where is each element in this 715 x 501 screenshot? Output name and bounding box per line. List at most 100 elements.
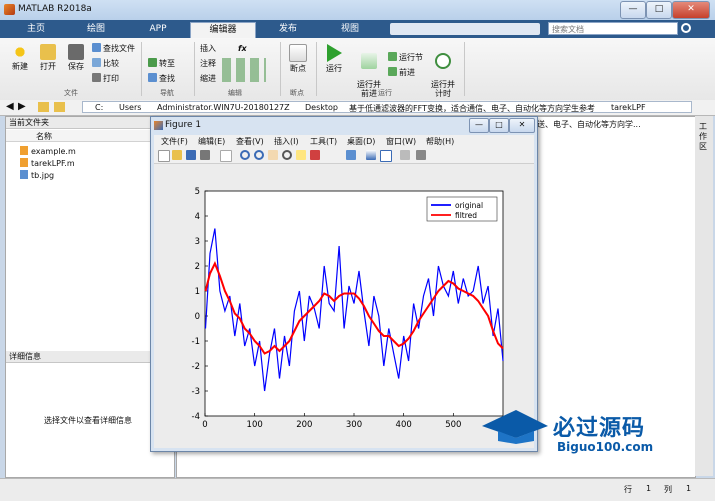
zoom-in-icon[interactable] xyxy=(240,150,250,160)
close-button[interactable]: ✕ xyxy=(672,1,710,19)
go-to-button[interactable]: 转至 xyxy=(148,58,175,69)
run-section-button[interactable]: 运行节 xyxy=(388,52,423,63)
tab-editor[interactable]: 编辑器 xyxy=(190,22,256,39)
print-figure-icon[interactable] xyxy=(200,150,210,160)
legend-icon[interactable] xyxy=(380,150,392,162)
workspace-dock[interactable]: 工作区 xyxy=(695,116,713,476)
back-arrow-icon[interactable]: ◀ xyxy=(6,102,14,112)
m-file-icon xyxy=(20,158,28,167)
menu-window[interactable]: 窗口(W) xyxy=(386,136,416,147)
breakpoints-button[interactable]: 断点 xyxy=(284,44,312,73)
y-tick-label: 1 xyxy=(195,287,200,297)
plot-svg: 0 100 200 300 400 500 -4 -3 -2 -1 0 1 2 3 4 5 originalf… xyxy=(192,187,504,430)
save-button[interactable]: 保存 xyxy=(62,44,90,71)
menu-desktop[interactable]: 桌面(D) xyxy=(347,136,375,147)
figure-title: Figure 1 xyxy=(165,120,202,130)
pan-hand-icon[interactable] xyxy=(268,150,278,160)
menu-file[interactable]: 文件(F) xyxy=(161,136,188,147)
tab-home[interactable]: 主页 xyxy=(8,20,64,38)
run-button[interactable]: 运行 xyxy=(320,44,348,73)
figure-menu-bar: 文件(F) 编辑(E) 查看(V) 插入(I) 工具(T) 桌面(D) 窗口(W… xyxy=(154,135,534,148)
clock-icon xyxy=(435,53,451,69)
brush-icon[interactable] xyxy=(310,150,320,160)
file-item[interactable]: tarekLPF.m xyxy=(20,158,75,169)
menu-insert[interactable]: 插入(I) xyxy=(274,136,299,147)
path-segment[interactable]: Desktop xyxy=(305,103,338,112)
current-folder-path[interactable]: C: Users Administrator.WIN7U-20180127Z D… xyxy=(82,101,692,113)
search-icon[interactable] xyxy=(681,23,691,33)
y-tick-label: -4 xyxy=(192,412,200,422)
folder-icon xyxy=(40,44,56,60)
figure-maximize-button[interactable]: □ xyxy=(489,118,509,133)
menu-help[interactable]: 帮助(H) xyxy=(426,136,454,147)
tab-view[interactable]: 视图 xyxy=(320,20,380,38)
run-and-time-button[interactable]: 运行并 计时 xyxy=(428,44,458,98)
quick-access-toolbar[interactable] xyxy=(390,23,540,35)
tab-plots[interactable]: 绘图 xyxy=(66,20,126,38)
pointer-icon[interactable] xyxy=(220,150,232,162)
insert-function-button[interactable]: fx xyxy=(238,43,247,54)
menu-tools[interactable]: 工具(T) xyxy=(310,136,337,147)
open-file-icon[interactable] xyxy=(172,150,182,160)
status-bar: 行 1 列 1 xyxy=(0,478,715,501)
browse-folder-icon[interactable] xyxy=(54,102,65,112)
legend[interactable]: originalfiltred xyxy=(426,196,498,222)
figure-minimize-button[interactable]: — xyxy=(469,118,489,133)
up-folder-icon[interactable] xyxy=(38,102,49,112)
menu-view[interactable]: 查看(V) xyxy=(236,136,264,147)
advance-icon xyxy=(388,67,397,76)
open-button[interactable]: 打开 xyxy=(34,44,62,71)
forward-arrow-icon[interactable]: ▶ xyxy=(18,102,26,112)
group-run-label: 运行 xyxy=(378,89,392,97)
path-segment[interactable]: Administrator.WIN7U-20180127Z xyxy=(157,103,290,112)
path-segment[interactable]: Users xyxy=(119,103,141,112)
save-figure-icon[interactable] xyxy=(186,150,196,160)
print-button[interactable]: 打印 xyxy=(92,73,119,84)
find-files-button[interactable]: 查找文件 xyxy=(92,43,135,54)
new-button[interactable]: 新建 xyxy=(6,44,34,71)
group-separator xyxy=(141,42,142,96)
menu-edit[interactable]: 编辑(E) xyxy=(198,136,225,147)
column-name-label: 名称 xyxy=(36,132,52,141)
m-file-icon xyxy=(20,146,28,155)
details-header: 详细信息 xyxy=(6,351,174,363)
search-documentation-input[interactable]: 搜索文档 xyxy=(548,22,678,35)
advance-button[interactable]: 前进 xyxy=(388,67,415,78)
compare-icon xyxy=(92,58,101,67)
show-plot-tools-icon[interactable] xyxy=(416,150,426,160)
x-tick-label: 400 xyxy=(396,420,412,430)
maximize-button[interactable]: □ xyxy=(646,1,672,19)
insert-button[interactable]: 插入 xyxy=(200,43,216,54)
file-item[interactable]: tb.jpg xyxy=(20,170,54,181)
minimize-button[interactable]: — xyxy=(620,1,646,19)
legend-entry-label: original xyxy=(455,201,483,210)
col-label: 列 xyxy=(664,485,672,494)
indent-button[interactable]: 缩进 xyxy=(200,73,216,84)
new-label: 新建 xyxy=(12,62,28,71)
path-segment[interactable]: 基于低通滤波器的FFT变换，适合通信、电子、自动化等方向学生参考 xyxy=(349,103,595,114)
comment-button[interactable]: 注释 xyxy=(200,58,216,69)
edit-tools-icon[interactable] xyxy=(222,58,266,82)
find-button[interactable]: 查找 xyxy=(148,73,175,84)
y-tick-label: 5 xyxy=(195,187,200,197)
new-figure-icon[interactable] xyxy=(158,150,170,162)
file-item[interactable]: example.m xyxy=(20,146,76,157)
colorbar-icon[interactable] xyxy=(366,150,376,160)
tab-publish[interactable]: 发布 xyxy=(258,20,318,38)
zoom-out-icon[interactable] xyxy=(254,150,264,160)
find-icon xyxy=(148,73,157,82)
path-drive[interactable]: C: xyxy=(95,103,103,112)
watermark-url: Biguo100.com xyxy=(557,440,654,454)
hide-plot-tools-icon[interactable] xyxy=(400,150,410,160)
compare-button[interactable]: 比较 xyxy=(92,58,119,69)
tab-apps[interactable]: APP xyxy=(130,20,186,38)
data-cursor-icon[interactable] xyxy=(296,150,306,160)
column-header-name[interactable]: 名称 xyxy=(6,130,174,142)
x-tick-label: 500 xyxy=(445,420,461,430)
path-segment[interactable]: tarekLPF xyxy=(611,103,646,112)
y-tick-label: -3 xyxy=(192,387,200,397)
link-plot-icon[interactable] xyxy=(346,150,356,160)
figure-close-button[interactable]: ✕ xyxy=(509,118,535,133)
rotate-3d-icon[interactable] xyxy=(282,150,292,160)
row-label: 行 xyxy=(624,485,632,494)
